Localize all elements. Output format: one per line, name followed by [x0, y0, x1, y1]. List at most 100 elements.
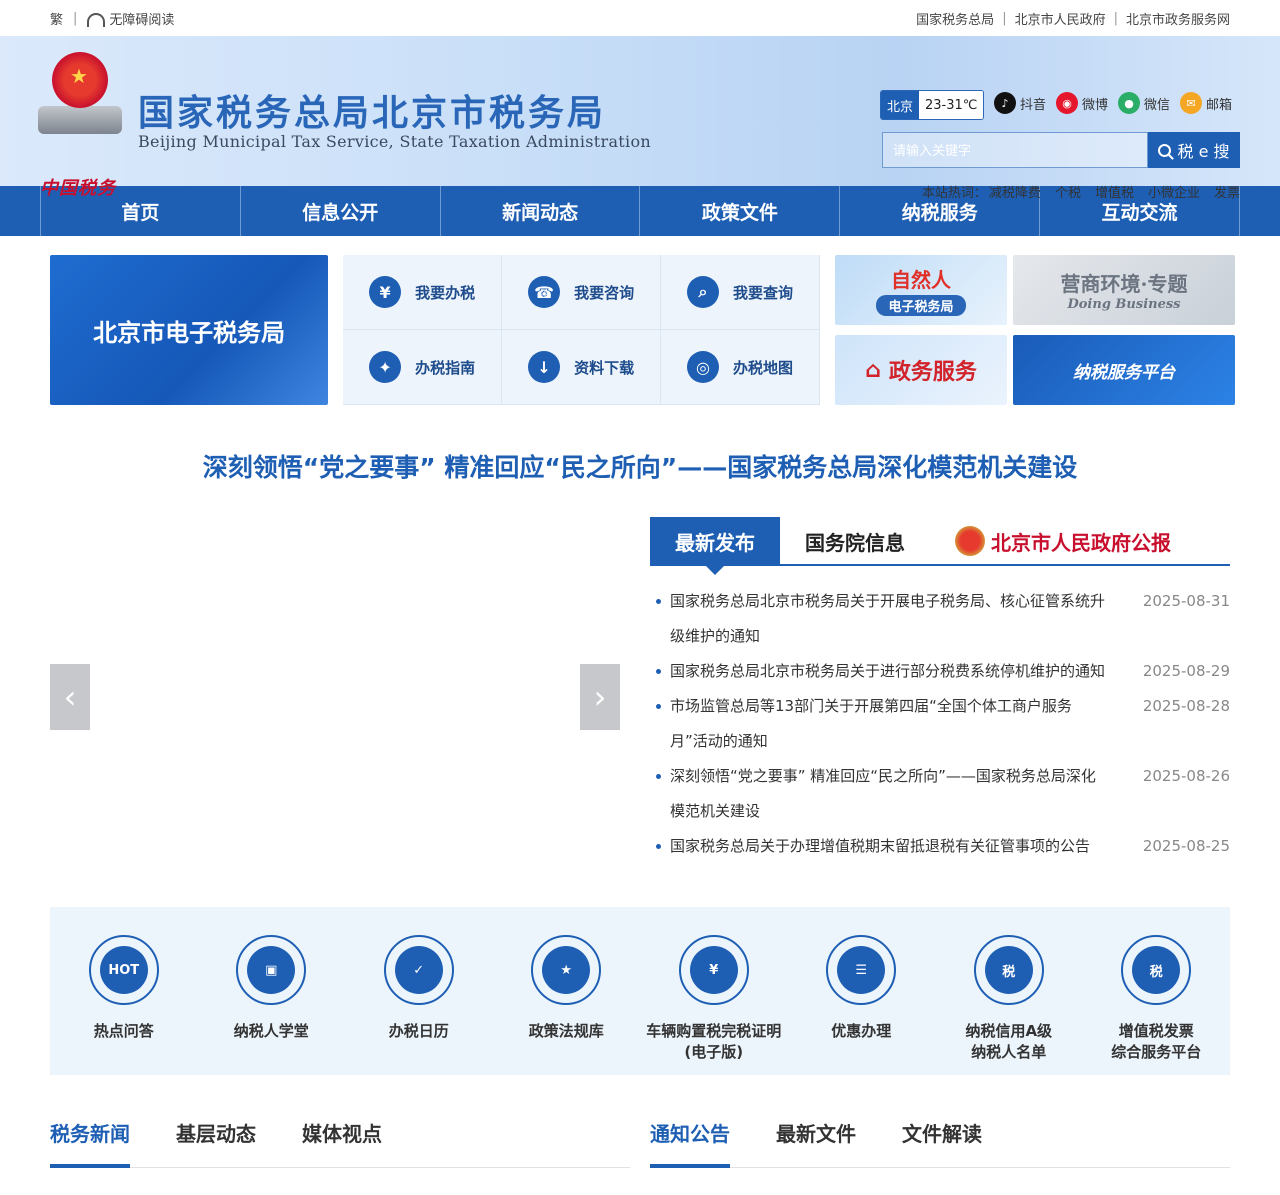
invoice-icon: 税 — [1132, 946, 1181, 994]
service-car-tax[interactable]: ¥ 车辆购置税完税证明 (电子版) — [641, 935, 787, 1063]
compass-icon: ✦ — [369, 351, 402, 383]
carousel-prev-icon[interactable]: ‹ — [50, 664, 90, 730]
social-label: 邮箱 — [1206, 97, 1233, 113]
natural-person-tax-banner[interactable]: 自然人 电子税务局 — [835, 255, 1007, 325]
service-label: 热点问答 — [93, 1022, 154, 1040]
service-invoice[interactable]: 税增值税发票 综合服务平台 — [1083, 935, 1229, 1063]
social-label: 抖音 — [1020, 97, 1047, 113]
service-calendar[interactable]: ✓ 办税日历 — [346, 935, 492, 1042]
social-wechat[interactable]: ● 微信 — [1118, 92, 1170, 114]
hotword-link[interactable]: 发票 — [1214, 182, 1240, 201]
service-ring: ✓ — [383, 935, 454, 1005]
download-icon: ↓ — [528, 351, 561, 383]
quick-map-pin[interactable]: ◎ 办税地图 — [661, 330, 820, 405]
nav-item[interactable]: 新闻动态 — [439, 186, 640, 236]
quick-document-search[interactable]: ⌕ 我要查询 — [661, 255, 820, 330]
service-ring: ★ — [531, 935, 602, 1005]
tab-left-2[interactable]: 媒体视点 — [302, 1106, 382, 1167]
business-environment-banner[interactable]: 营商环境·专题 Doing Business — [1013, 255, 1235, 325]
promo-banners: 自然人 电子税务局 营商环境·专题 Doing Business ⌂ 政务服务 … — [835, 255, 1235, 405]
top-link[interactable]: 国家税务总局 — [916, 9, 994, 28]
quick-label: 办税地图 — [733, 358, 794, 377]
top-link[interactable]: 北京市人民政府 — [1015, 9, 1106, 28]
nav-item[interactable]: 政策文件 — [639, 186, 839, 236]
top-bar: 繁 | 无障碍阅读 国家税务总局 | 北京市人民政府 | 北京市政务服务网 — [0, 0, 1280, 36]
social-mail[interactable]: ✉ 邮箱 — [1180, 92, 1232, 114]
service-ring: ▣ — [236, 935, 307, 1005]
quick-label: 我要办税 — [415, 283, 476, 302]
document-search-icon: ⌕ — [687, 276, 720, 308]
discount-icon: ☰ — [837, 946, 886, 994]
site-title[interactable]: 国家税务总局北京市税务局 — [138, 84, 606, 136]
tab-right-1[interactable]: 最新文件 — [776, 1106, 856, 1167]
separator: | — [73, 10, 78, 26]
tab-left-1[interactable]: 基层动态 — [176, 1106, 256, 1167]
news-title[interactable]: 深刻领悟“党之要事” 精准回应“民之所向”——国家税务总局深化模范机关建设 — [650, 759, 1105, 829]
service-discount[interactable]: ☰ 优惠办理 — [788, 935, 934, 1042]
search-button[interactable]: 税 e 搜 — [1148, 132, 1240, 168]
e-tax-bureau-banner[interactable]: 北京市电子税务局 — [50, 255, 329, 405]
list-item[interactable]: 市场监管总局等13部门关于开展第四届“全国个体工商户服务月”活动的通知 2025-… — [650, 689, 1230, 759]
tab-latest[interactable]: 最新发布 — [650, 517, 780, 575]
calendar-icon: ✓ — [394, 946, 443, 994]
social-douyin[interactable]: ♪ 抖音 — [994, 92, 1046, 114]
social-weibo[interactable]: ◉ 微博 — [1056, 92, 1108, 114]
news-date: 2025-08-28 — [1142, 697, 1230, 715]
hotword-link[interactable]: 减税降费 — [989, 182, 1041, 201]
quick-headset[interactable]: ☎ 我要咨询 — [502, 255, 662, 330]
gov-building-icon: ⌂ — [865, 357, 881, 383]
tab-beijing-gazette[interactable]: 北京市人民政府公报 — [930, 517, 1196, 565]
tab-right-2[interactable]: 文件解读 — [902, 1106, 982, 1167]
accessible-reading-link[interactable]: 无障碍阅读 — [87, 9, 174, 28]
car-tax-icon: ¥ — [689, 946, 738, 994]
headline-link[interactable]: 深刻领悟“党之要事” 精准回应“民之所向”——国家税务总局深化模范机关建设 — [0, 448, 1280, 484]
news-date: 2025-08-25 — [1142, 837, 1230, 855]
search-icon — [1158, 143, 1172, 157]
social-label: 微信 — [1144, 97, 1171, 113]
gov-service-banner[interactable]: ⌂ 政务服务 — [835, 335, 1007, 405]
tab-state-council[interactable]: 国务院信息 — [780, 517, 930, 565]
news-title[interactable]: 国家税务总局北京市税务局关于开展电子税务局、核心征管系统升级维护的通知 — [650, 584, 1105, 654]
list-item[interactable]: 深刻领悟“党之要事” 精准回应“民之所向”——国家税务总局深化模范机关建设 202… — [650, 759, 1230, 829]
news-title[interactable]: 国家税务总局关于办理增值税期末留抵退税有关征管事项的公告 — [650, 829, 1105, 864]
quick-access: 北京市电子税务局 ¥ 我要办税 ☎ 我要咨询 ⌕ 我要查询 ✦ 办税指南 ↓ 资料下载 ◎ 办税地图 … — [50, 255, 1235, 405]
bottom-tabs-right: 通知公告 最新文件 文件解读 — [650, 1106, 1230, 1168]
service-ring: 税 — [973, 935, 1044, 1005]
traditional-chinese-link[interactable]: 繁 — [50, 9, 63, 28]
news-title[interactable]: 市场监管总局等13部门关于开展第四届“全国个体工商户服务月”活动的通知 — [650, 689, 1105, 759]
news-title[interactable]: 国家税务总局北京市税务局关于进行部分税费系统停机维护的通知 — [650, 654, 1105, 689]
weather-temp: 23-31℃ — [919, 91, 984, 119]
service-ring: ¥ — [678, 935, 749, 1005]
service-credit[interactable]: 税纳税信用A级 纳税人名单 — [936, 935, 1082, 1063]
hotword-link[interactable]: 个税 — [1055, 182, 1081, 201]
nav-item[interactable]: 信息公开 — [239, 186, 440, 236]
service-law-book[interactable]: ★ 政策法规库 — [493, 935, 639, 1042]
tab-left-0[interactable]: 税务新闻 — [50, 1106, 130, 1168]
list-item[interactable]: 国家税务总局北京市税务局关于进行部分税费系统停机维护的通知 2025-08-29 — [650, 654, 1230, 689]
service-shortcuts: HOT 热点问答 ▣ 纳税人学堂 ✓ 办税日历 ★ 政策法规库 ¥ 车辆购置税完税证明 (电子版)… — [50, 907, 1230, 1075]
quick-label: 办税指南 — [415, 358, 476, 377]
service-hot[interactable]: HOT 热点问答 — [51, 935, 197, 1042]
hotword-link[interactable]: 增值税 — [1095, 182, 1134, 201]
service-label: 车辆购置税完税证明 (电子版) — [646, 1022, 782, 1061]
search-input[interactable] — [882, 132, 1148, 168]
tab-right-0[interactable]: 通知公告 — [650, 1106, 730, 1168]
list-item[interactable]: 国家税务总局北京市税务局关于开展电子税务局、核心征管系统升级维护的通知 2025-… — [650, 584, 1230, 654]
separator: | — [1113, 10, 1118, 26]
service-label: 纳税信用A级 纳税人名单 — [965, 1022, 1053, 1061]
hotword-link[interactable]: 小微企业 — [1148, 182, 1200, 201]
service-classroom[interactable]: ▣ 纳税人学堂 — [198, 935, 344, 1042]
headset-icon: ☎ — [528, 276, 561, 308]
list-item[interactable]: 国家税务总局关于办理增值税期末留抵退税有关征管事项的公告 2025-08-25 — [650, 829, 1230, 864]
headphone-icon — [87, 13, 106, 27]
quick-tax-handling[interactable]: ¥ 我要办税 — [343, 255, 503, 330]
tax-service-platform-banner[interactable]: 纳税服务平台 — [1013, 335, 1235, 405]
quick-compass[interactable]: ✦ 办税指南 — [343, 330, 503, 405]
quick-download[interactable]: ↓ 资料下载 — [502, 330, 662, 405]
top-link[interactable]: 北京市政务服务网 — [1126, 9, 1230, 28]
news-list: 国家税务总局北京市税务局关于开展电子税务局、核心征管系统升级维护的通知 2025-… — [650, 584, 1230, 864]
wechat-icon: ● — [1118, 92, 1141, 114]
carousel-next-icon[interactable]: › — [580, 664, 620, 730]
site-subtitle: Beijing Municipal Tax Service, State Tax… — [138, 132, 651, 151]
social-label: 微博 — [1082, 97, 1109, 113]
